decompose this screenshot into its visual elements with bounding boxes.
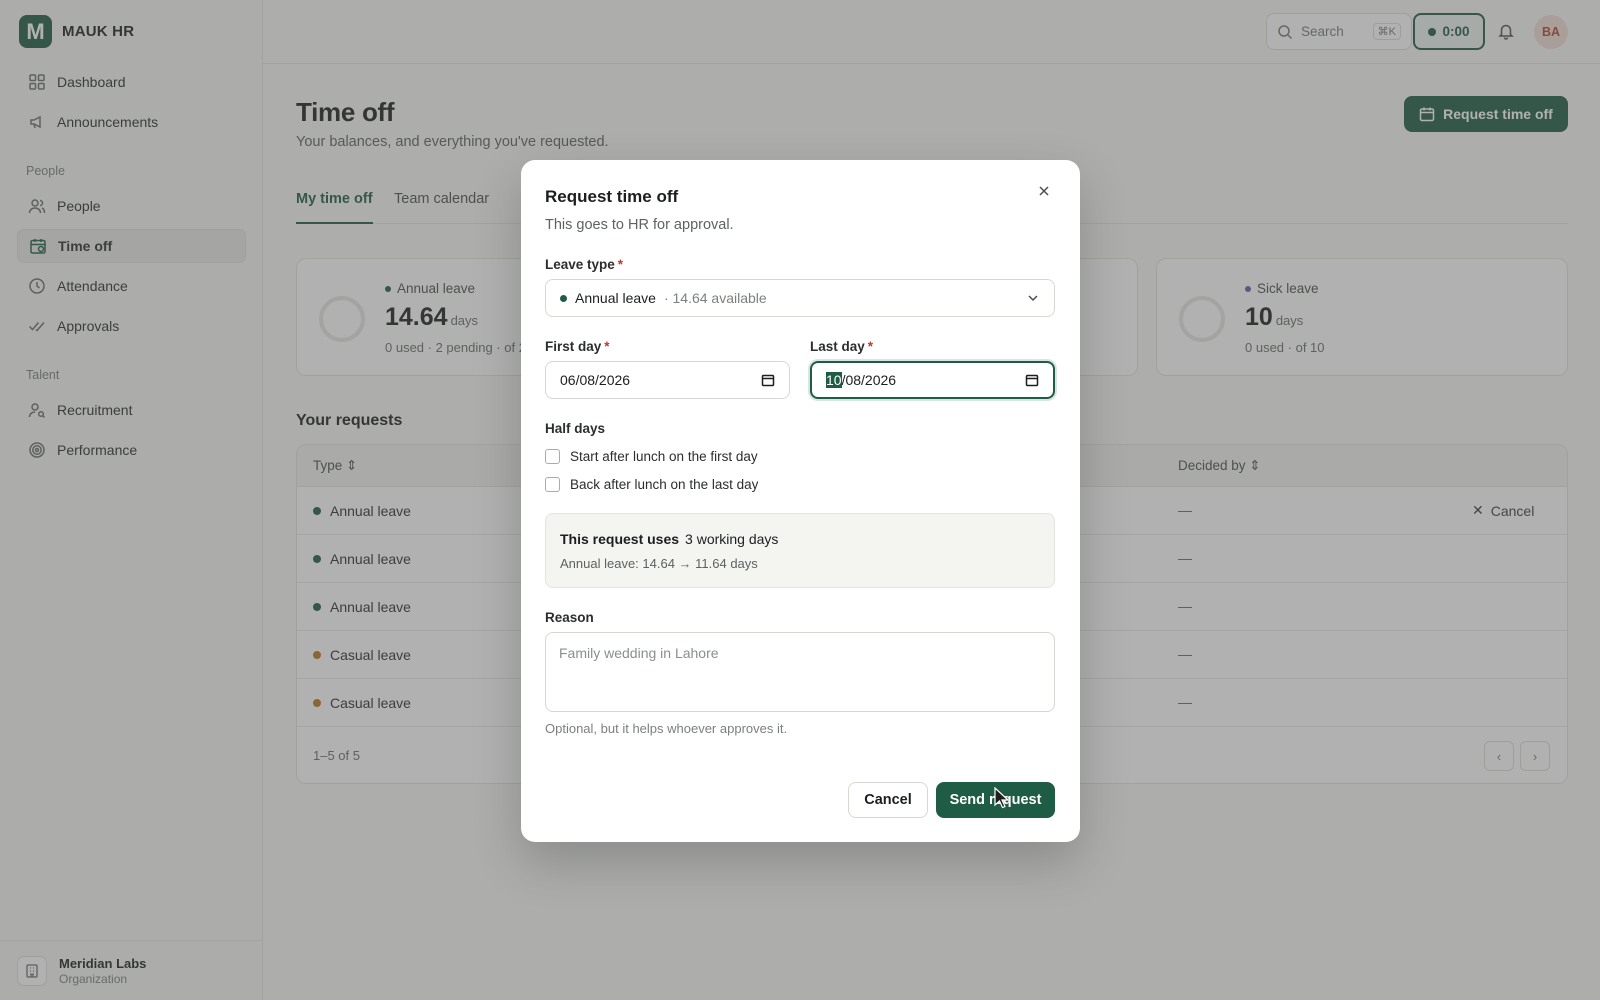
last-day-label: Last day * [810, 339, 873, 354]
summary-line: This request uses 3 working days [560, 531, 778, 547]
leave-type-value: Annual leave [575, 290, 656, 306]
request-time-off-dialog: Request time off This goes to HR for app… [521, 160, 1080, 842]
summary-lead: This request uses [560, 531, 680, 547]
first-day-input[interactable]: 06/08/2026 [545, 361, 790, 399]
last-day-label-text: Last day [810, 339, 865, 354]
close-icon[interactable] [1037, 184, 1051, 203]
half-days-label: Half days [545, 421, 606, 436]
chevron-down-icon [1028, 295, 1038, 302]
reason-textarea[interactable]: Family wedding in Lahore [545, 632, 1055, 712]
request-summary: This request uses 3 working days Annual l… [545, 513, 1055, 588]
checkbox[interactable] [545, 477, 560, 492]
half-day-first-checkbox[interactable]: Start after lunch on the first day [545, 449, 758, 464]
leave-type-label-text: Leave type [545, 257, 615, 272]
last-day-selected-segment: 10 [826, 372, 842, 388]
dialog-title: Request time off [545, 187, 679, 206]
calendar-icon[interactable] [1025, 373, 1039, 387]
cancel-button[interactable]: Cancel [848, 782, 928, 818]
last-day-value: /08/2026 [841, 372, 897, 388]
half-day-last-checkbox[interactable]: Back after lunch on the last day [545, 477, 758, 492]
summary-days: 3 working days [685, 531, 779, 547]
half-day-first-label: Start after lunch on the first day [570, 449, 758, 464]
reason-hint: Optional, but it helps whoever approves … [545, 721, 788, 736]
first-day-label: First day * [545, 339, 610, 354]
last-day-input[interactable]: 10/08/2026 [810, 361, 1055, 399]
leave-type-label: Leave type * [545, 257, 623, 272]
required-mark: * [867, 339, 874, 354]
required-mark: * [604, 339, 610, 354]
mouse-cursor-icon [994, 786, 1010, 814]
checkbox[interactable] [545, 449, 560, 464]
leave-type-available: · 14.64 available [663, 290, 767, 306]
reason-label: Reason [545, 610, 594, 625]
leave-type-select[interactable]: Annual leave · 14.64 available [545, 279, 1055, 317]
required-mark: * [617, 257, 624, 272]
calendar-icon[interactable] [761, 373, 775, 387]
summary-detail: Annual leave: 14.64 → 11.64 days [560, 556, 758, 571]
dialog-subtitle: This goes to HR for approval. [545, 217, 734, 233]
first-day-value: 06/08/2026 [560, 372, 631, 388]
half-day-last-label: Back after lunch on the last day [570, 477, 759, 492]
first-day-label-text: First day [545, 339, 602, 354]
dot-icon [560, 294, 567, 302]
